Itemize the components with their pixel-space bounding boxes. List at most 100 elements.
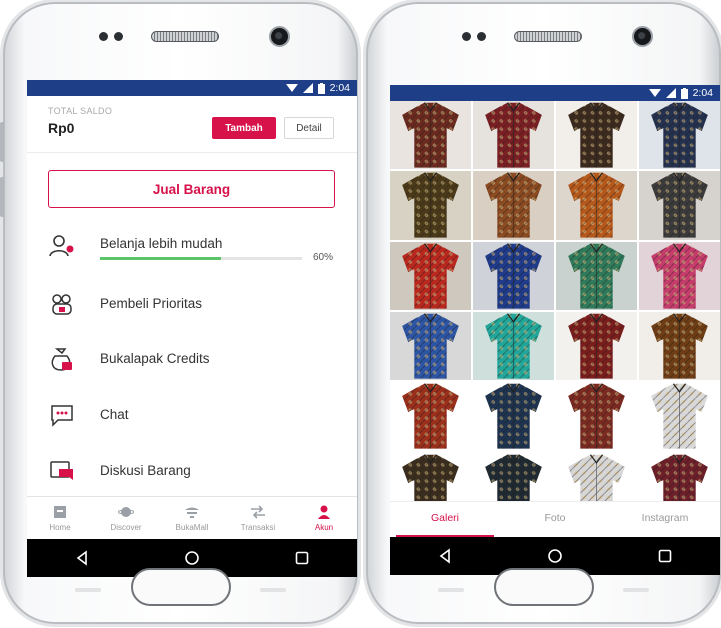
- tambah-button[interactable]: Tambah: [212, 117, 276, 139]
- gallery-thumbnail[interactable]: [390, 101, 471, 170]
- users-icon: [52, 294, 72, 315]
- tab-discover[interactable]: Discover: [93, 497, 159, 539]
- gallery-thumbnail[interactable]: [639, 382, 720, 451]
- menu-item-bukalapak-credits[interactable]: Bukalapak Credits: [48, 343, 348, 375]
- batik-shirt-image: [485, 243, 542, 309]
- gallery-thumbnail[interactable]: [556, 171, 637, 240]
- batik-shirt-image: [485, 102, 542, 168]
- phone-left: 2:04 TOTAL SALDO Rp0 Tambah Detail Jual …: [0, 2, 358, 624]
- gallery-thumbnail[interactable]: [390, 312, 471, 381]
- tab-instagram[interactable]: Instagram: [610, 502, 720, 537]
- battery-icon: [317, 82, 325, 94]
- signal-icon: [302, 83, 313, 93]
- home-circle-icon[interactable]: [547, 548, 563, 564]
- recents-icon[interactable]: [294, 550, 310, 566]
- sensor-dots: [462, 32, 486, 41]
- belanja-progress-fill: [100, 257, 222, 260]
- gallery-thumbnail[interactable]: [473, 171, 554, 240]
- gallery-thumbnail[interactable]: [473, 382, 554, 451]
- gallery-thumbnail[interactable]: [639, 312, 720, 381]
- capacitive-button-right: [260, 588, 286, 592]
- gallery-thumbnail[interactable]: [473, 241, 554, 310]
- money-bag-icon: [51, 348, 72, 371]
- discussion-icon: [50, 461, 73, 480]
- capacitive-button-left: [438, 588, 464, 592]
- menu-item-pembeli-prioritas[interactable]: Pembeli Prioritas: [48, 288, 348, 320]
- phone-top-bezel: [3, 26, 358, 66]
- gallery-screen: 2:04 Galeri Foto Instagram: [390, 85, 720, 575]
- saldo-value: Rp0: [48, 120, 75, 136]
- home-icon: [54, 506, 66, 518]
- batik-shirt-image: [568, 243, 625, 309]
- front-camera: [269, 26, 290, 47]
- gallery-thumbnail[interactable]: [390, 171, 471, 240]
- tab-home[interactable]: Home: [27, 497, 93, 539]
- batik-shirt-image: [651, 383, 708, 449]
- gallery-thumbnail[interactable]: [556, 382, 637, 451]
- tab-transaksi[interactable]: Transaksi: [225, 497, 291, 539]
- batik-shirt-image: [485, 313, 542, 379]
- gallery-thumbnail[interactable]: [639, 101, 720, 170]
- front-camera: [632, 26, 653, 47]
- phone-right: 2:04 Galeri Foto Instagram: [366, 2, 721, 624]
- batik-shirt-image: [651, 243, 708, 309]
- batik-shirt-image: [402, 172, 459, 238]
- gallery-thumbnail[interactable]: [473, 312, 554, 381]
- sensor-dots: [99, 32, 123, 41]
- physical-home-button[interactable]: [130, 568, 231, 606]
- capacitive-button-right: [623, 588, 649, 592]
- tab-label-discover: Discover: [110, 523, 142, 532]
- wifi-icon: [648, 89, 661, 97]
- transfer-icon: [251, 505, 265, 519]
- tab-bukamall[interactable]: BukaMall: [159, 497, 225, 539]
- home-circle-icon[interactable]: [184, 550, 200, 566]
- menu-item-chat[interactable]: Chat: [48, 399, 348, 431]
- gallery-thumbnail[interactable]: [390, 241, 471, 310]
- speaker-grill: [151, 31, 219, 42]
- back-icon[interactable]: [74, 550, 90, 566]
- bottom-tab-bar: Home Discover BukaMall Transaksi Akun: [27, 496, 357, 539]
- batik-shirt-image: [402, 383, 459, 449]
- capacitive-button-left: [75, 588, 101, 592]
- jual-barang-button[interactable]: Jual Barang: [48, 170, 335, 208]
- detail-button[interactable]: Detail: [284, 117, 334, 139]
- wifi-icon: [285, 84, 298, 92]
- batik-shirt-image: [568, 102, 625, 168]
- account-screen: 2:04 TOTAL SALDO Rp0 Tambah Detail Jual …: [27, 80, 357, 577]
- status-time: 2:04: [692, 87, 713, 99]
- batik-shirt-image: [651, 102, 708, 168]
- batik-shirt-image: [568, 313, 625, 379]
- gallery-thumbnail[interactable]: [639, 171, 720, 240]
- menu-item-diskusi-barang[interactable]: Diskusi Barang: [48, 455, 348, 487]
- gallery-thumbnail[interactable]: [556, 241, 637, 310]
- gallery-thumbnail[interactable]: [556, 312, 637, 381]
- tab-galeri[interactable]: Galeri: [390, 502, 500, 537]
- batik-shirt-image: [485, 172, 542, 238]
- batik-shirt-image: [402, 243, 459, 309]
- signal-icon: [665, 88, 676, 98]
- phone-top-bezel: [366, 26, 721, 66]
- gallery-thumbnail[interactable]: [473, 101, 554, 170]
- tab-foto[interactable]: Foto: [500, 502, 610, 537]
- mall-icon: [185, 507, 199, 518]
- batik-shirt-image: [402, 102, 459, 168]
- status-bar: 2:04: [27, 80, 357, 96]
- menu-label-belanja: Belanja lebih mudah: [100, 236, 223, 251]
- gallery-thumbnail[interactable]: [556, 101, 637, 170]
- volume-button-2: [0, 177, 4, 217]
- tab-label-bukamall: BukaMall: [175, 523, 209, 532]
- batik-shirt-image: [568, 383, 625, 449]
- menu-label-diskusi: Diskusi Barang: [100, 463, 191, 478]
- tab-akun[interactable]: Akun: [291, 497, 357, 539]
- menu-label-pembeli: Pembeli Prioritas: [100, 296, 203, 311]
- gallery-grid: [390, 101, 720, 521]
- recents-icon[interactable]: [657, 548, 673, 564]
- batik-shirt-image: [651, 172, 708, 238]
- menu-item-belanja[interactable]: Belanja lebih mudah 60%: [48, 230, 348, 270]
- gallery-thumbnail[interactable]: [390, 382, 471, 451]
- tab-label-home: Home: [49, 523, 71, 532]
- physical-home-button[interactable]: [493, 568, 594, 606]
- gallery-thumbnail[interactable]: [639, 241, 720, 310]
- batik-shirt-image: [402, 313, 459, 379]
- back-icon[interactable]: [437, 548, 453, 564]
